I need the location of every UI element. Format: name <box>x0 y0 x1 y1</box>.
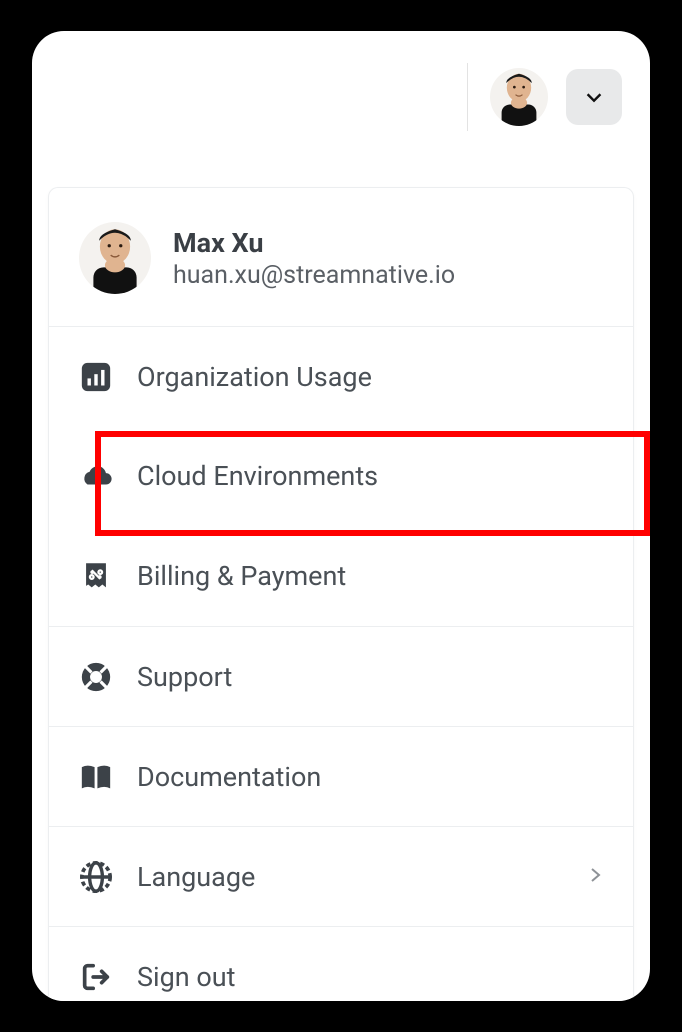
bar-chart-icon <box>79 360 113 394</box>
header <box>32 31 650 163</box>
menu-label: Organization Usage <box>137 361 372 393</box>
menu-item-cloud-environments[interactable]: Cloud Environments <box>49 426 633 526</box>
avatar-large <box>79 222 151 294</box>
sign-out-icon <box>79 960 113 994</box>
user-name: Max Xu <box>173 227 455 259</box>
globe-icon <box>79 860 113 894</box>
menu-item-support[interactable]: Support <box>49 626 633 726</box>
menu-label: Support <box>137 661 232 693</box>
menu-label: Sign out <box>137 961 235 993</box>
chevron-down-icon <box>583 86 605 108</box>
menu-label: Language <box>137 861 255 893</box>
cloud-icon <box>79 459 113 493</box>
menu-item-sign-out[interactable]: Sign out <box>49 926 633 1001</box>
menu-label: Billing & Payment <box>137 560 346 592</box>
lifebuoy-icon <box>79 660 113 694</box>
menu-item-organization-usage[interactable]: Organization Usage <box>49 326 633 426</box>
dropdown-toggle[interactable] <box>566 69 622 125</box>
book-icon <box>79 760 113 794</box>
chevron-right-icon <box>589 863 603 891</box>
menu-label: Documentation <box>137 761 321 793</box>
menu-item-documentation[interactable]: Documentation <box>49 726 633 826</box>
menu-label: Cloud Environments <box>137 460 378 492</box>
receipt-icon <box>79 559 113 593</box>
user-menu-panel: Max Xu huan.xu@streamnative.io Organizat… <box>32 31 650 1001</box>
user-email: huan.xu@streamnative.io <box>173 261 455 290</box>
avatar-small[interactable] <box>490 68 548 126</box>
menu-item-language[interactable]: Language <box>49 826 633 926</box>
menu-item-billing-payment[interactable]: Billing & Payment <box>49 526 633 626</box>
user-info: Max Xu huan.xu@streamnative.io <box>49 214 633 326</box>
dropdown-menu: Max Xu huan.xu@streamnative.io Organizat… <box>48 187 634 1001</box>
divider <box>467 63 468 131</box>
